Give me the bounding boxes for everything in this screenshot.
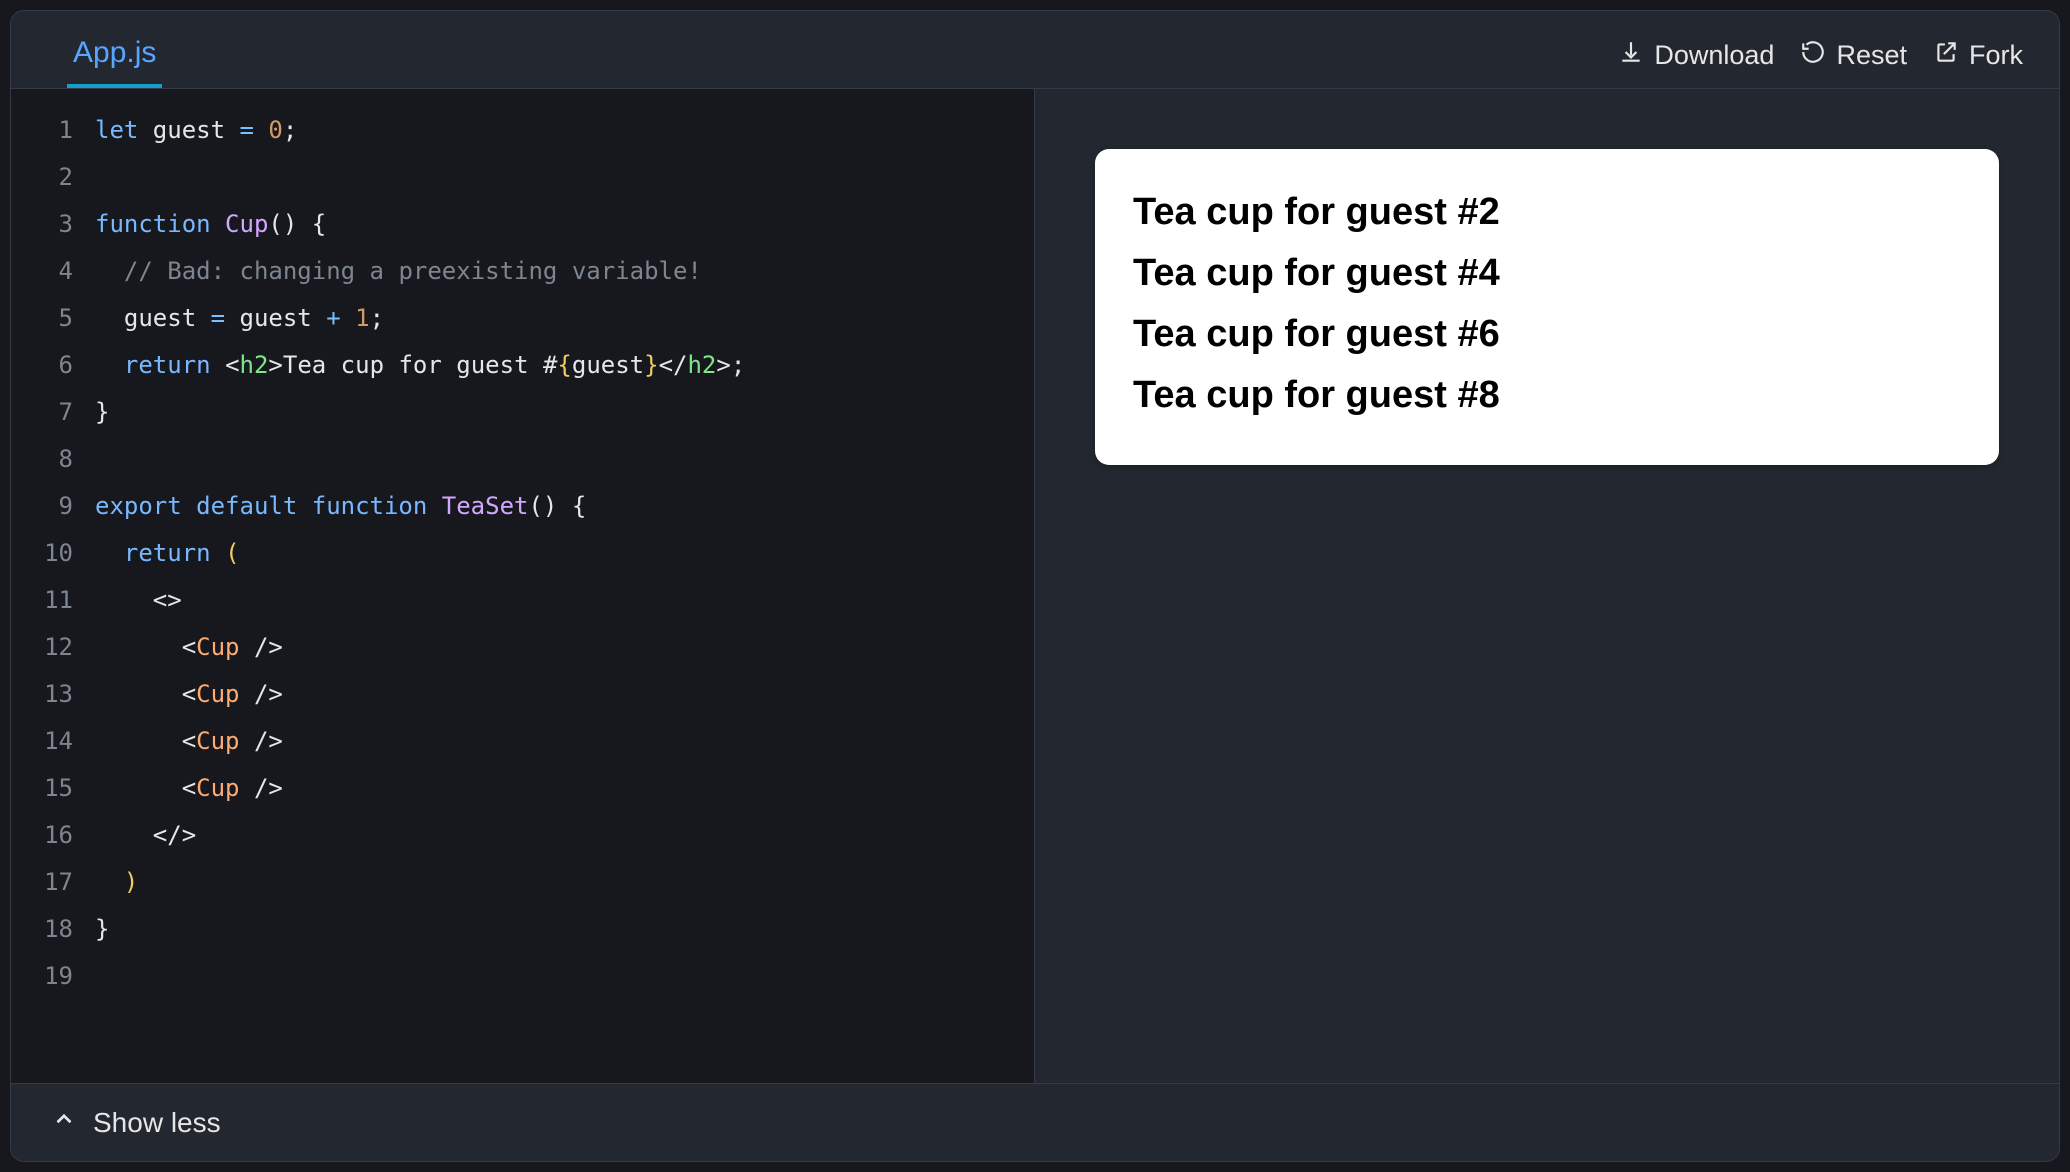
code-line[interactable]: } <box>95 906 1034 953</box>
code-line[interactable]: function Cup() { <box>95 201 1034 248</box>
line-number: 6 <box>11 342 73 389</box>
line-number: 2 <box>11 154 73 201</box>
download-button[interactable]: Download <box>1618 39 1774 72</box>
line-number: 14 <box>11 718 73 765</box>
code-line[interactable]: guest = guest + 1; <box>95 295 1034 342</box>
code-line[interactable]: ) <box>95 859 1034 906</box>
code-line[interactable]: let guest = 0; <box>95 107 1034 154</box>
line-number: 18 <box>11 906 73 953</box>
code-editor[interactable]: 12345678910111213141516171819 let guest … <box>11 89 1035 1083</box>
show-less-toggle[interactable]: Show less <box>11 1083 2059 1161</box>
download-label: Download <box>1654 40 1774 71</box>
preview-heading: Tea cup for guest #4 <box>1133 252 1961 295</box>
line-number: 16 <box>11 812 73 859</box>
sandbox-panel: App.js Download Reset <box>10 10 2060 1162</box>
line-number: 11 <box>11 577 73 624</box>
preview-heading: Tea cup for guest #6 <box>1133 313 1961 356</box>
tab-app-js[interactable]: App.js <box>67 16 162 88</box>
code-line[interactable]: <Cup /> <box>95 718 1034 765</box>
line-number: 4 <box>11 248 73 295</box>
reset-label: Reset <box>1836 40 1907 71</box>
line-number-gutter: 12345678910111213141516171819 <box>11 107 95 1083</box>
fork-label: Fork <box>1969 40 2023 71</box>
code-line[interactable]: return <h2>Tea cup for guest #{guest}</h… <box>95 342 1034 389</box>
line-number: 3 <box>11 201 73 248</box>
code-line[interactable]: // Bad: changing a preexisting variable! <box>95 248 1034 295</box>
code-line[interactable]: <Cup /> <box>95 624 1034 671</box>
code-line[interactable]: <> <box>95 577 1034 624</box>
code-line[interactable] <box>95 154 1034 201</box>
topbar: App.js Download Reset <box>11 11 2059 89</box>
line-number: 9 <box>11 483 73 530</box>
preview-heading: Tea cup for guest #8 <box>1133 374 1961 417</box>
code-line[interactable] <box>95 436 1034 483</box>
line-number: 10 <box>11 530 73 577</box>
reset-icon <box>1800 39 1826 72</box>
code-content[interactable]: let guest = 0; function Cup() { // Bad: c… <box>95 107 1034 1083</box>
external-link-icon <box>1933 39 1959 72</box>
code-line[interactable]: return ( <box>95 530 1034 577</box>
code-line[interactable]: } <box>95 389 1034 436</box>
file-tabs: App.js <box>11 11 162 88</box>
show-less-label: Show less <box>93 1107 221 1139</box>
fork-button[interactable]: Fork <box>1933 39 2023 72</box>
code-line[interactable]: export default function TeaSet() { <box>95 483 1034 530</box>
line-number: 1 <box>11 107 73 154</box>
line-number: 13 <box>11 671 73 718</box>
action-bar: Download Reset Fork <box>1618 39 2023 88</box>
download-icon <box>1618 39 1644 72</box>
preview-output: Tea cup for guest #2 Tea cup for guest #4… <box>1095 149 1999 465</box>
line-number: 8 <box>11 436 73 483</box>
line-number: 15 <box>11 765 73 812</box>
line-number: 17 <box>11 859 73 906</box>
line-number: 5 <box>11 295 73 342</box>
code-line[interactable]: <Cup /> <box>95 765 1034 812</box>
line-number: 19 <box>11 953 73 1000</box>
preview-pane: Tea cup for guest #2 Tea cup for guest #4… <box>1035 89 2059 1083</box>
sandbox-body: 12345678910111213141516171819 let guest … <box>11 89 2059 1083</box>
code-line[interactable]: <Cup /> <box>95 671 1034 718</box>
code-line[interactable] <box>95 953 1034 1000</box>
line-number: 12 <box>11 624 73 671</box>
code-line[interactable]: </> <box>95 812 1034 859</box>
line-number: 7 <box>11 389 73 436</box>
reset-button[interactable]: Reset <box>1800 39 1907 72</box>
chevron-up-icon <box>51 1106 77 1139</box>
preview-heading: Tea cup for guest #2 <box>1133 191 1961 234</box>
